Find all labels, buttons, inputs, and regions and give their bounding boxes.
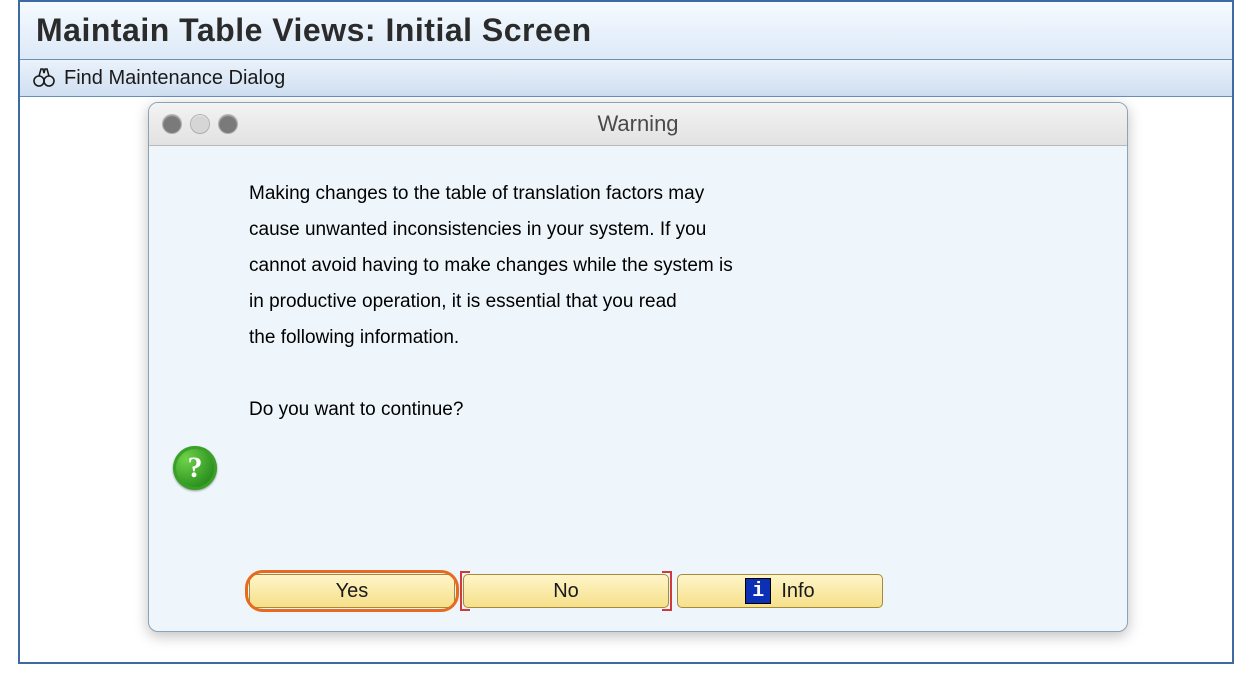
no-button[interactable]: No [463,574,669,608]
find-maintenance-dialog-button[interactable]: Find Maintenance Dialog [64,67,285,90]
info-button-label: Info [781,580,814,603]
info-icon: i [745,578,771,604]
focus-bracket-icon [460,591,470,611]
window-controls [163,115,237,133]
close-icon[interactable] [163,115,181,133]
content-area: Warning Making changes to the table of t… [20,97,1232,657]
info-button[interactable]: i Info [677,574,883,608]
yes-button[interactable]: Yes [249,574,455,608]
binoculars-icon [32,66,56,90]
focus-bracket-icon [460,571,470,591]
focus-bracket-icon [662,591,672,611]
no-button-label: No [553,580,579,603]
focus-bracket-icon [662,571,672,591]
dialog-message: Making changes to the table of translati… [249,176,733,428]
dialog-button-row: Yes No i Info [249,574,883,608]
dialog-body: Making changes to the table of translati… [149,146,1127,632]
dialog-titlebar: Warning [149,103,1127,146]
application-toolbar: Find Maintenance Dialog [20,60,1232,97]
dialog-title: Warning [149,111,1127,137]
default-focus-ring [245,570,459,612]
warning-dialog: Warning Making changes to the table of t… [148,102,1128,632]
title-bar: Maintain Table Views: Initial Screen [20,2,1232,60]
app-window: Maintain Table Views: Initial Screen Fin… [18,0,1234,664]
zoom-icon[interactable] [219,115,237,133]
page-title: Maintain Table Views: Initial Screen [36,12,1216,49]
yes-button-label: Yes [336,580,369,603]
question-icon: ? [173,446,217,490]
minimize-icon [191,115,209,133]
